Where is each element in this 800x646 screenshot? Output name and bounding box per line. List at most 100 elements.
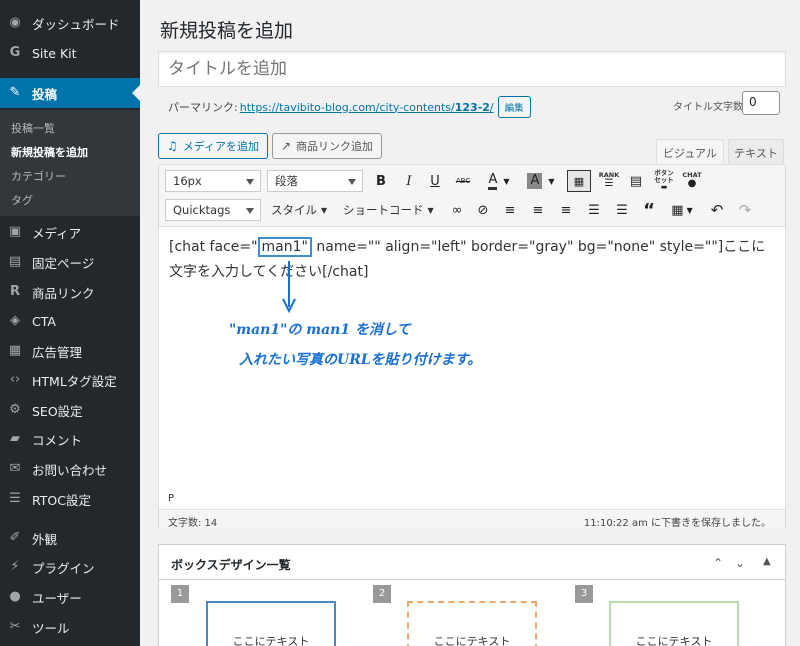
italic-button[interactable]: I	[399, 170, 419, 192]
menu-label: 投稿	[32, 86, 58, 102]
bold-button[interactable]: B	[371, 170, 391, 192]
text-color-icon: A	[488, 172, 498, 190]
paragraph-select[interactable]: 段落	[267, 170, 363, 192]
menu-seo[interactable]: ⚙ SEO設定	[0, 395, 140, 425]
font-size-select[interactable]: 16px	[165, 170, 261, 192]
button-set-icon: ▬	[660, 182, 668, 191]
add-product-link-button[interactable]: ↗ 商品リンク追加	[272, 133, 383, 159]
menu-label: ツール	[32, 620, 70, 636]
keyboard-button[interactable]: ▦	[567, 170, 591, 192]
menu-label: HTMLタグ設定	[32, 373, 117, 389]
strikethrough-button[interactable]: ABC	[451, 170, 475, 192]
menu-tools[interactable]: ✂ ツール	[0, 612, 140, 642]
box-sample-text: ここにテキスト	[232, 635, 310, 646]
link-icon: ∞	[451, 202, 463, 218]
menu-label: Site Kit	[32, 45, 77, 61]
shortcode-label: ショートコード	[343, 203, 424, 217]
menu-users[interactable]: ● ユーザー	[0, 582, 140, 612]
tab-visual[interactable]: ビジュアル	[656, 139, 724, 165]
shortcode-dropdown[interactable]: ショートコード ▼	[343, 199, 434, 221]
text-color-button[interactable]: A ▼	[481, 170, 517, 192]
unlink-button[interactable]: ⊘	[473, 199, 493, 221]
submenu-categories[interactable]: カテゴリー	[11, 168, 66, 184]
wrench-icon: ✂	[9, 619, 21, 634]
menu-label: RTOC設定	[32, 492, 91, 508]
background-color-button[interactable]: A ▼	[523, 170, 559, 192]
menu-ads[interactable]: ▦ 広告管理	[0, 336, 140, 366]
chevron-down-icon	[246, 208, 254, 214]
align-left-icon: ≡	[504, 202, 516, 218]
box-sample-2[interactable]: ここにテキスト	[407, 601, 537, 646]
menu-appearance[interactable]: ✐ 外観	[0, 523, 140, 553]
edit-slug-button[interactable]: 編集	[497, 96, 531, 118]
button-set-button[interactable]: ボタン セット ▬	[653, 169, 675, 191]
align-right-icon: ≡	[560, 202, 572, 218]
box-sample-1[interactable]: ここにテキスト	[206, 601, 336, 646]
style-dropdown[interactable]: スタイル ▼	[271, 199, 327, 221]
redo-button[interactable]: ↷	[735, 199, 755, 221]
menu-dashboard[interactable]: ◉ ダッシュボード	[0, 8, 140, 38]
permalink-slug: 123-2	[454, 100, 490, 114]
menu-posts[interactable]: ✎ 投稿	[0, 78, 140, 108]
menu-html-tags[interactable]: ‹› HTMLタグ設定	[0, 365, 140, 395]
link-button[interactable]: ∞	[447, 199, 467, 221]
tab-text[interactable]: テキスト	[728, 139, 784, 165]
menu-label: SEO設定	[32, 403, 83, 419]
rank-icon: ☰	[604, 177, 614, 189]
blockquote-button[interactable]: “	[639, 199, 659, 221]
posts-submenu: 投稿一覧 新規投稿を追加 カテゴリー タグ	[0, 110, 140, 216]
submenu-tags[interactable]: タグ	[11, 192, 33, 208]
menu-contact[interactable]: ✉ お問い合わせ	[0, 454, 140, 484]
table-button[interactable]: ▤	[625, 170, 647, 192]
media-icon: ♫	[167, 139, 178, 153]
box-sample-3[interactable]: ここにテキスト	[609, 601, 739, 646]
bullet-list-icon: ☰	[588, 202, 600, 218]
media-icon: ▣	[8, 224, 22, 239]
toggle-panel-icon[interactable]: ▲	[763, 556, 771, 567]
editor-content[interactable]: [chat face=" man1" name="" align="left" b…	[169, 235, 777, 285]
content-text-before: [chat face="	[169, 239, 258, 255]
menu-product-links[interactable]: R 商品リンク	[0, 277, 140, 307]
underline-icon: U	[430, 173, 440, 189]
chevron-down-icon: ▼	[503, 176, 510, 186]
add-media-label: メディアを追加	[182, 140, 259, 153]
unlink-icon: ⊘	[477, 202, 489, 218]
submenu-all-posts[interactable]: 投稿一覧	[11, 120, 55, 136]
menu-media[interactable]: ▣ メディア	[0, 217, 140, 247]
numbered-list-button[interactable]: ☰	[613, 199, 631, 221]
bold-icon: B	[376, 173, 386, 189]
menu-rtoc[interactable]: ☰ RTOC設定	[0, 484, 140, 514]
align-center-icon: ≡	[532, 202, 544, 218]
undo-button[interactable]: ↶	[707, 199, 727, 221]
post-title-input[interactable]	[158, 51, 786, 87]
undo-icon: ↶	[710, 201, 724, 219]
move-down-icon[interactable]: ⌄	[735, 556, 745, 570]
quicktags-select[interactable]: Quicktags	[165, 199, 261, 221]
align-center-button[interactable]: ≡	[529, 199, 547, 221]
table-menu-button[interactable]: ▦ ▼	[667, 199, 697, 221]
dashboard-icon: ◉	[9, 15, 21, 30]
menu-comments[interactable]: ▰ コメント	[0, 424, 140, 454]
submenu-add-new[interactable]: 新規投稿を追加	[11, 144, 88, 160]
rank-button[interactable]: RANK ☰	[597, 169, 621, 191]
add-media-button[interactable]: ♫ メディアを追加	[158, 133, 268, 159]
menu-pages[interactable]: ▤ 固定ページ	[0, 247, 140, 277]
menu-cta[interactable]: ◈ CTA	[0, 306, 140, 336]
page-icon: ▤	[8, 254, 22, 269]
handwritten-annotation: "man1"の man1 を消して 入れたい写真のURLを貼り付けます。	[219, 261, 559, 405]
menu-plugins[interactable]: ⚡ プラグイン	[0, 552, 140, 582]
strikethrough-icon: ABC	[455, 177, 471, 185]
menu-site-kit[interactable]: G Site Kit	[0, 38, 140, 68]
bullet-list-button[interactable]: ☰	[585, 199, 603, 221]
style-label: スタイル	[271, 203, 317, 217]
italic-icon: I	[406, 173, 412, 189]
underline-button[interactable]: U	[425, 170, 445, 192]
permalink-url[interactable]: https://tavibito-blog.com/city-contents/…	[240, 101, 494, 114]
chevron-down-icon: ▼	[321, 205, 328, 215]
annotation-line-2: 入れたい写真のURLを貼り付けます。	[239, 352, 482, 368]
move-up-icon[interactable]: ⌃	[713, 556, 723, 570]
align-left-button[interactable]: ≡	[501, 199, 519, 221]
align-right-button[interactable]: ≡	[557, 199, 575, 221]
editor-toolbar: 16px 段落 B I U ABC A ▼ A ▼ ▦ RANK ☰ ▤ ボタン セッ…	[159, 165, 785, 227]
chat-button[interactable]: CHAT ●	[681, 169, 703, 191]
